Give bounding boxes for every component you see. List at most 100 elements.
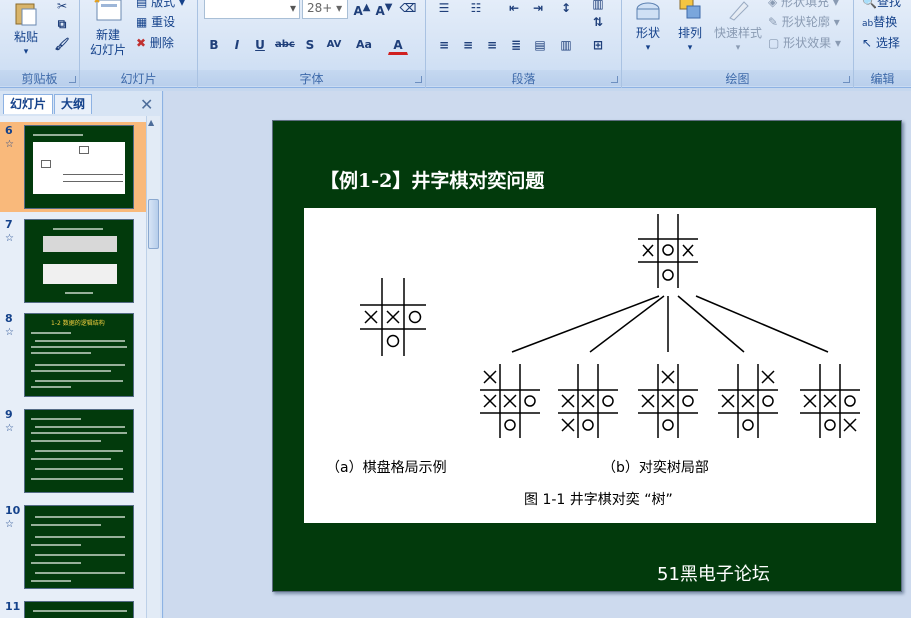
font-color-icon[interactable]: A <box>388 35 408 55</box>
new-slide-label2: 幻灯片 <box>89 43 126 57</box>
replace-button[interactable]: ab替换 <box>862 12 897 32</box>
shape-effects-button[interactable]: ▢ 形状效果 ▾ <box>768 33 841 53</box>
shape-effects-label: 形状效果 <box>783 36 832 50</box>
paragraph-group: ☰ ☷ ⇤ ⇥ ↕ ▥ ⇅ ≡ ≡ ≡ ≣ ▤ ▥ ⊞ 段落 <box>426 0 622 88</box>
layout-label: 版式 <box>151 0 176 9</box>
slide-thumbnail <box>24 125 134 209</box>
drawing-launcher-icon[interactable] <box>843 76 850 83</box>
reset-button[interactable]: ▦ 重设 <box>136 12 175 32</box>
underline-icon[interactable]: U <box>250 35 270 55</box>
slides-group: 新建 幻灯片 ▤ 版式 ▾ ▦ 重设 ✖ 删除 幻灯片 <box>80 0 198 88</box>
layout-button[interactable]: ▤ 版式 ▾ <box>136 0 185 12</box>
slide-thumbnail <box>24 505 134 589</box>
decrease-indent-icon[interactable]: ⇤ <box>504 0 524 18</box>
select-label: 选择 <box>875 36 900 50</box>
line-spacing-icon[interactable]: ↕ <box>556 0 576 18</box>
text-direction-icon[interactable]: ⇅ <box>588 12 608 32</box>
paste-button[interactable]: 粘贴 ▾ <box>6 2 46 60</box>
figure-title: 图 1-1 井字棋对奕 “树” <box>524 492 673 508</box>
shrink-font-icon[interactable]: A▼ <box>374 0 394 18</box>
paste-icon <box>15 3 37 26</box>
editing-group-label: 编辑 <box>854 70 911 86</box>
tab-slides[interactable]: 幻灯片 <box>3 94 54 114</box>
slides-panel: 幻灯片 大纲 ✕ 6 ☆ 7 ☆ 8 ☆ 1-2 数据的逻辑结构 9 ☆ 10 … <box>0 91 163 618</box>
caption-a: （a）棋盘格局示例 <box>326 459 447 476</box>
italic-icon[interactable]: I <box>227 35 247 55</box>
shapes-button[interactable]: 形状 ▾ <box>628 0 668 56</box>
font-launcher-icon[interactable] <box>415 76 422 83</box>
animation-star-icon: ☆ <box>5 519 14 530</box>
slide-title[interactable]: 【例1-2】井字棋对奕问题 <box>320 166 544 193</box>
format-painter-icon[interactable]: 🖌 <box>52 34 72 54</box>
child-board <box>480 364 540 438</box>
align-right-icon[interactable]: ≡ <box>482 35 502 55</box>
new-slide-icon <box>94 0 122 21</box>
arrange-label: 排列 <box>677 26 702 40</box>
smartart-icon[interactable]: ⊞ <box>588 35 608 55</box>
scrollbar-thumb[interactable] <box>148 199 159 249</box>
strikethrough-icon[interactable]: abc <box>274 35 295 55</box>
new-slide-label: 新建 <box>95 28 120 42</box>
drawing-group-label: 绘图 <box>622 70 853 86</box>
bold-icon[interactable]: B <box>204 35 224 55</box>
shapes-label: 形状 <box>635 26 660 40</box>
align-text-icon[interactable]: ▥ <box>556 35 576 55</box>
shapes-icon <box>636 2 660 20</box>
shadow-icon[interactable]: S <box>300 35 320 55</box>
distribute-icon[interactable]: ▤ <box>530 35 550 55</box>
animation-star-icon: ☆ <box>5 233 14 244</box>
child-board <box>638 364 698 438</box>
chevron-down-icon: ▾ <box>23 47 29 57</box>
char-spacing-icon[interactable]: AV <box>324 35 344 55</box>
shape-fill-button[interactable]: ◈ 形状填充 ▾ <box>768 0 839 12</box>
example-board <box>360 278 426 356</box>
align-left-icon[interactable]: ≡ <box>434 35 454 55</box>
slide-thumbnail <box>24 409 134 493</box>
tab-outline[interactable]: 大纲 <box>54 94 93 114</box>
thumbnail-row-11[interactable]: 11 <box>0 598 146 618</box>
font-group: ▾ 28+ ▾ A▲ A▼ ⌫ B I U abc S AV Aa A 字体 <box>198 0 426 88</box>
arrange-button[interactable]: 排列 ▾ <box>670 0 710 56</box>
change-case-icon[interactable]: Aa <box>354 35 374 55</box>
thumbnail-row-6[interactable]: 6 ☆ <box>0 122 146 212</box>
clipboard-group-label: 剪贴板 <box>0 70 79 86</box>
paragraph-group-label: 段落 <box>426 70 621 86</box>
delete-label: 删除 <box>149 36 174 50</box>
animation-star-icon: ☆ <box>5 327 14 338</box>
thumbnail-scrollbar[interactable]: ▲ <box>146 116 160 618</box>
shape-fill-label: 形状填充 <box>781 0 830 9</box>
bullets-icon[interactable]: ☰ <box>434 0 454 18</box>
thumbnail-row-7[interactable]: 7 ☆ <box>0 216 146 304</box>
delete-slide-button[interactable]: ✖ 删除 <box>136 33 174 53</box>
font-name-box[interactable]: ▾ <box>204 0 300 19</box>
scroll-up-icon[interactable]: ▲ <box>148 118 154 127</box>
close-pane-icon[interactable]: ✕ <box>140 95 153 114</box>
clear-format-icon[interactable]: ⌫ <box>398 0 418 18</box>
slide-number: 10 <box>5 504 21 517</box>
paragraph-launcher-icon[interactable] <box>611 76 618 83</box>
select-button[interactable]: ↖ 选择 <box>862 33 900 53</box>
font-size-box[interactable]: 28+ ▾ <box>302 0 348 19</box>
find-button[interactable]: 🔍查找 <box>862 0 901 12</box>
replace-label: 替换 <box>873 15 898 29</box>
child-boards <box>480 364 860 438</box>
justify-icon[interactable]: ≣ <box>506 35 526 55</box>
child-board <box>558 364 618 438</box>
copy-icon[interactable]: ⧉ <box>52 14 72 34</box>
caption-b: （b）对奕树局部 <box>602 460 709 476</box>
reset-label: 重设 <box>151 15 176 29</box>
thumbnail-title: 1-2 数据的逻辑结构 <box>51 320 105 327</box>
clipboard-launcher-icon[interactable] <box>69 76 76 83</box>
increase-indent-icon[interactable]: ⇥ <box>528 0 548 18</box>
new-slide-button[interactable]: 新建 幻灯片 <box>82 0 134 58</box>
arrange-icon <box>679 0 701 19</box>
thumbnail-row-10[interactable]: 10 ☆ <box>0 502 146 590</box>
drawing-group: 形状 ▾ 排列 ▾ 快速样式 ▾ ◈ 形状填充 ▾ ✎ 形状轮廓 ▾ ▢ 形状效… <box>622 0 854 88</box>
thumbnail-row-9[interactable]: 9 ☆ <box>0 406 146 494</box>
numbering-icon[interactable]: ☷ <box>466 0 486 18</box>
shape-outline-button[interactable]: ✎ 形状轮廓 ▾ <box>768 12 840 32</box>
grow-font-icon[interactable]: A▲ <box>352 0 372 18</box>
align-center-icon[interactable]: ≡ <box>458 35 478 55</box>
thumbnail-row-8[interactable]: 8 ☆ 1-2 数据的逻辑结构 <box>0 310 146 398</box>
quick-styles-button[interactable]: 快速样式 ▾ <box>710 0 766 56</box>
